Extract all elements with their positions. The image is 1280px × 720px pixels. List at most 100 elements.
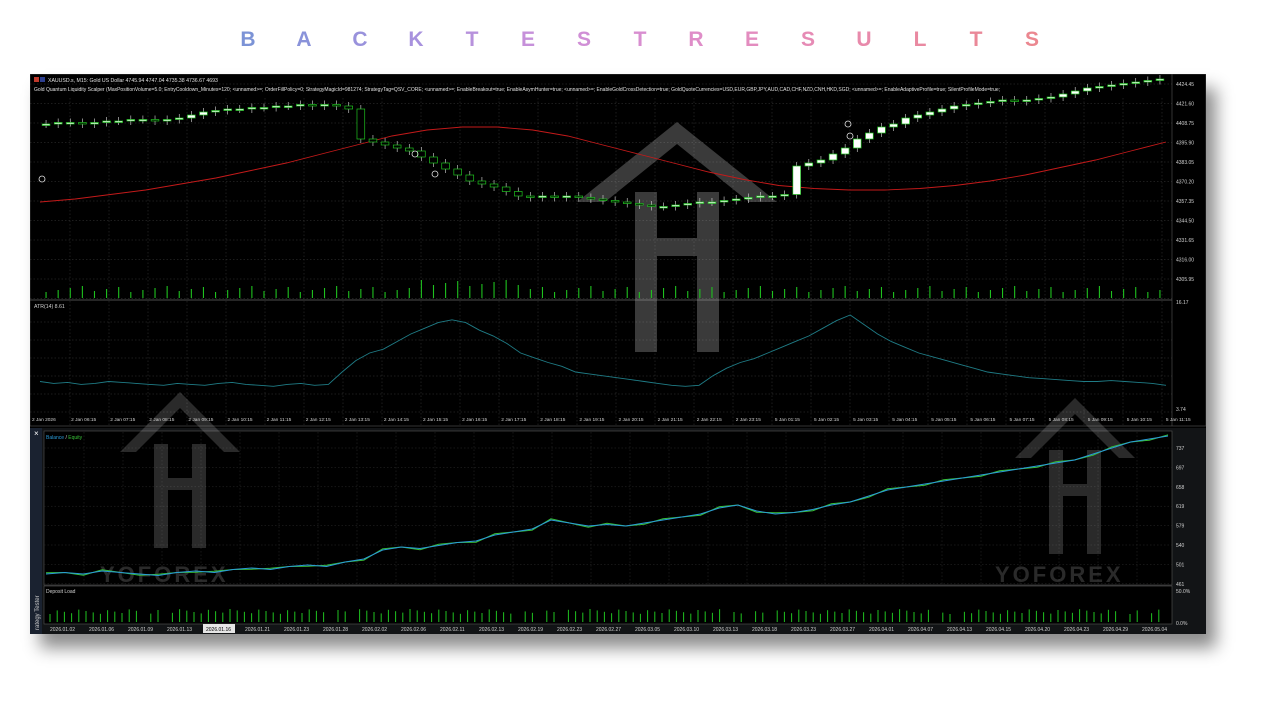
candle bbox=[392, 144, 402, 149]
time-tick: 2 Jan 2026 bbox=[32, 417, 56, 423]
time-tick: 5 Jan 06:15 bbox=[970, 417, 995, 423]
time-tick: 5 Jan 03:15 bbox=[853, 417, 878, 423]
date-tick: 2026.02.19 bbox=[518, 627, 543, 633]
balance-tick: 658 bbox=[1176, 485, 1185, 491]
price-tick: 4344.50 bbox=[1176, 219, 1194, 225]
ea-parameters-line: Gold Quantum Liquidity Scalper (MaxPosit… bbox=[34, 87, 1000, 93]
terminal-window: XAUUSD.s, M15: Gold US Dollar 4745.94 47… bbox=[29, 73, 1207, 634]
title-letter: U bbox=[856, 28, 872, 51]
candle bbox=[368, 138, 378, 143]
candle bbox=[635, 203, 644, 206]
candle bbox=[719, 200, 729, 203]
date-tick: 2026.01.28 bbox=[323, 627, 348, 633]
chart-canvas: XAUUSD.s, M15: Gold US Dollar 4745.94 47… bbox=[29, 73, 1207, 634]
candle bbox=[66, 122, 75, 125]
price-tick: 4357.35 bbox=[1176, 199, 1194, 205]
candle bbox=[162, 119, 172, 122]
candle bbox=[53, 122, 63, 125]
candle bbox=[937, 108, 947, 113]
candle bbox=[1070, 90, 1080, 95]
candle bbox=[865, 132, 874, 140]
date-tick: 2026.02.13 bbox=[479, 627, 504, 633]
date-tick: 2026.04.23 bbox=[1064, 627, 1089, 633]
candle bbox=[465, 174, 475, 182]
price-chart-panel[interactable]: XAUUSD.s, M15: Gold US Dollar 4745.94 47… bbox=[29, 73, 1207, 428]
candle bbox=[41, 123, 51, 126]
candle bbox=[199, 111, 208, 116]
candle bbox=[1046, 96, 1056, 99]
time-tick: 2 Jan 22:15 bbox=[697, 417, 722, 423]
date-tick: 2026.01.13 bbox=[167, 627, 192, 633]
title-letter: R bbox=[688, 28, 704, 51]
date-tick: 2026.03.27 bbox=[830, 627, 855, 633]
time-tick: 2 Jan 17:15 bbox=[501, 417, 526, 423]
price-tick: 4383.05 bbox=[1176, 160, 1194, 166]
time-tick: 2 Jan 13:15 bbox=[345, 417, 370, 423]
date-tick: 2026.04.29 bbox=[1103, 627, 1128, 633]
time-tick: 5 Jan 04:15 bbox=[892, 417, 917, 423]
title-letter: K bbox=[408, 28, 424, 51]
time-tick: 2 Jan 12:15 bbox=[306, 417, 331, 423]
title-letter: T bbox=[969, 28, 983, 51]
candle bbox=[816, 159, 826, 164]
candle bbox=[477, 180, 487, 185]
date-tick: 2026.02.23 bbox=[557, 627, 582, 633]
date-tick: 2026.01.02 bbox=[50, 627, 75, 633]
time-tick: 2 Jan 10:15 bbox=[228, 417, 253, 423]
balance-legend: Balance / Equity bbox=[46, 435, 83, 441]
date-tick: 2026.02.27 bbox=[596, 627, 621, 633]
date-tick: 2026.01.06 bbox=[89, 627, 114, 633]
date-tick: 2026.01.23 bbox=[284, 627, 309, 633]
symbol-line: XAUUSD.s, M15: Gold US Dollar 4745.94 47… bbox=[48, 78, 218, 84]
candle bbox=[320, 104, 329, 107]
candle bbox=[586, 197, 596, 200]
candle bbox=[840, 147, 850, 155]
candle bbox=[1131, 81, 1140, 84]
balance-tick: 737 bbox=[1176, 446, 1185, 452]
deposit-tick-low: 0.0% bbox=[1176, 621, 1188, 627]
candle bbox=[901, 117, 910, 125]
date-tick: 2026.03.10 bbox=[674, 627, 699, 633]
candle bbox=[296, 104, 305, 107]
tester-close-button[interactable]: × bbox=[34, 429, 39, 438]
price-tick: 4421.60 bbox=[1176, 102, 1194, 108]
title-letter: T bbox=[465, 28, 479, 51]
title-letter: A bbox=[296, 28, 312, 51]
time-tick: 2 Jan 23:15 bbox=[736, 417, 761, 423]
date-tick: 2026.04.13 bbox=[947, 627, 972, 633]
title-letter: L bbox=[913, 28, 927, 51]
time-tick: 5 Jan 01:15 bbox=[775, 417, 800, 423]
date-tick: 2026.01.16 bbox=[206, 627, 231, 633]
candle bbox=[1010, 99, 1019, 102]
date-tick: 2026.04.01 bbox=[869, 627, 894, 633]
title-letter: S bbox=[1024, 28, 1039, 51]
candle bbox=[344, 105, 353, 110]
atr-tick-high: 16.17 bbox=[1176, 300, 1189, 306]
title-letter: S bbox=[576, 28, 591, 51]
time-tick: 5 Jan 11:15 bbox=[1166, 417, 1191, 423]
time-tick: 2 Jan 14:15 bbox=[384, 417, 409, 423]
candle bbox=[828, 153, 838, 161]
candle bbox=[550, 195, 559, 198]
candle bbox=[308, 104, 317, 107]
candle bbox=[962, 104, 971, 107]
symbol-flag-icon-2 bbox=[40, 77, 45, 82]
balance-tick: 579 bbox=[1176, 524, 1185, 530]
deposit-tick-high: 50.0% bbox=[1176, 589, 1191, 595]
candle bbox=[283, 105, 293, 108]
deposit-load-label: Deposit Load bbox=[46, 589, 76, 595]
title-letter: B bbox=[240, 28, 256, 51]
candle bbox=[187, 114, 196, 119]
candle bbox=[756, 195, 765, 198]
candle bbox=[804, 162, 814, 167]
candle bbox=[671, 204, 680, 207]
candle bbox=[271, 105, 281, 108]
candle bbox=[1107, 84, 1116, 87]
watermark-brand-right: YOFOREX bbox=[995, 562, 1124, 587]
title-letter: E bbox=[744, 28, 759, 51]
time-tick: 2 Jan 16:15 bbox=[462, 417, 487, 423]
price-tick: 4424.45 bbox=[1176, 82, 1194, 88]
date-tick: 2026.04.07 bbox=[908, 627, 933, 633]
candle bbox=[1083, 87, 1092, 92]
candle bbox=[102, 120, 111, 123]
